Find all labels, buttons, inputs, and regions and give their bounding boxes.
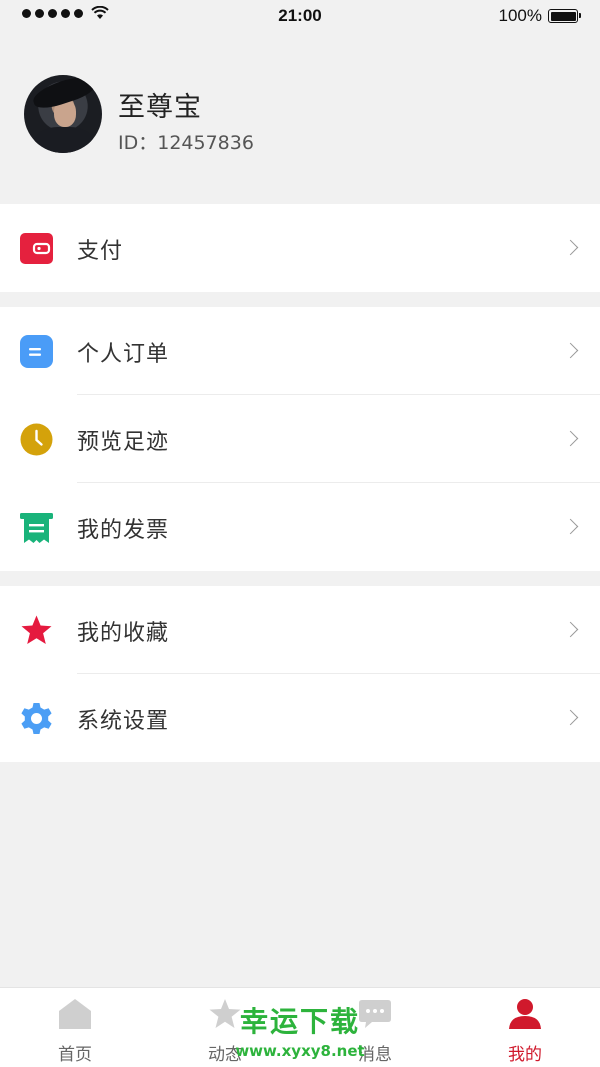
menu-group-records: 个人订单 预览足迹 我的发票 — [0, 307, 600, 571]
menu-item-label: 我的发票 — [77, 518, 170, 543]
home-icon — [59, 999, 91, 1029]
battery-icon — [548, 9, 581, 23]
tab-home[interactable]: 首页 — [0, 988, 150, 1067]
status-bar: 21:00 100% — [0, 0, 600, 32]
tab-label: 动态 — [208, 1045, 242, 1065]
tab-label: 消息 — [358, 1045, 392, 1065]
battery-status: 100% — [498, 6, 581, 26]
avatar[interactable] — [24, 75, 102, 153]
menu-item-payment[interactable]: 支付 — [0, 204, 600, 292]
tab-label: 首页 — [58, 1045, 92, 1065]
menu-item-label: 我的收藏 — [77, 621, 170, 646]
chevron-right-icon — [562, 430, 579, 447]
chevron-right-icon — [562, 342, 579, 359]
menu-group-payment: 支付 — [0, 204, 600, 292]
user-name: 至尊宝 — [118, 92, 202, 123]
battery-percent: 100% — [498, 6, 542, 25]
avatar-body — [34, 127, 94, 153]
profile-header[interactable]: 至尊宝 ID：12457836 — [0, 32, 600, 202]
chevron-right-icon — [562, 709, 579, 726]
menu-item-orders[interactable]: 个人订单 — [0, 307, 600, 395]
menu-item-history[interactable]: 预览足迹 — [0, 395, 600, 483]
person-icon — [509, 999, 541, 1029]
wallet-icon — [20, 233, 53, 264]
message-icon — [359, 1000, 391, 1028]
star-icon — [21, 615, 52, 644]
menu-item-favorites[interactable]: 我的收藏 — [0, 586, 600, 674]
tab-label: 我的 — [508, 1045, 542, 1065]
menu-item-label: 个人订单 — [77, 342, 170, 367]
menu-item-settings[interactable]: 系统设置 — [0, 674, 600, 762]
tab-feed[interactable]: 动态 — [150, 988, 300, 1067]
tab-messages[interactable]: 消息 — [300, 988, 450, 1067]
receipt-icon — [20, 513, 53, 543]
chevron-right-icon — [562, 518, 579, 535]
gear-icon — [21, 703, 52, 734]
chevron-right-icon — [562, 621, 579, 638]
menu-item-label: 支付 — [77, 239, 124, 264]
chevron-right-icon — [562, 239, 579, 256]
star-outline-icon — [209, 999, 241, 1028]
bottom-tab-bar: 首页 动态 消息 我的 — [0, 987, 600, 1067]
menu-group-settings: 我的收藏 系统设置 — [0, 586, 600, 762]
clock-icon — [20, 423, 53, 456]
tab-profile[interactable]: 我的 — [450, 988, 600, 1067]
menu-item-invoices[interactable]: 我的发票 — [0, 483, 600, 571]
battery-fill — [550, 11, 576, 21]
user-id: ID：12457836 — [118, 132, 254, 154]
menu-item-label: 系统设置 — [77, 709, 170, 734]
menu-item-label: 预览足迹 — [77, 430, 170, 455]
order-list-icon — [20, 335, 53, 368]
